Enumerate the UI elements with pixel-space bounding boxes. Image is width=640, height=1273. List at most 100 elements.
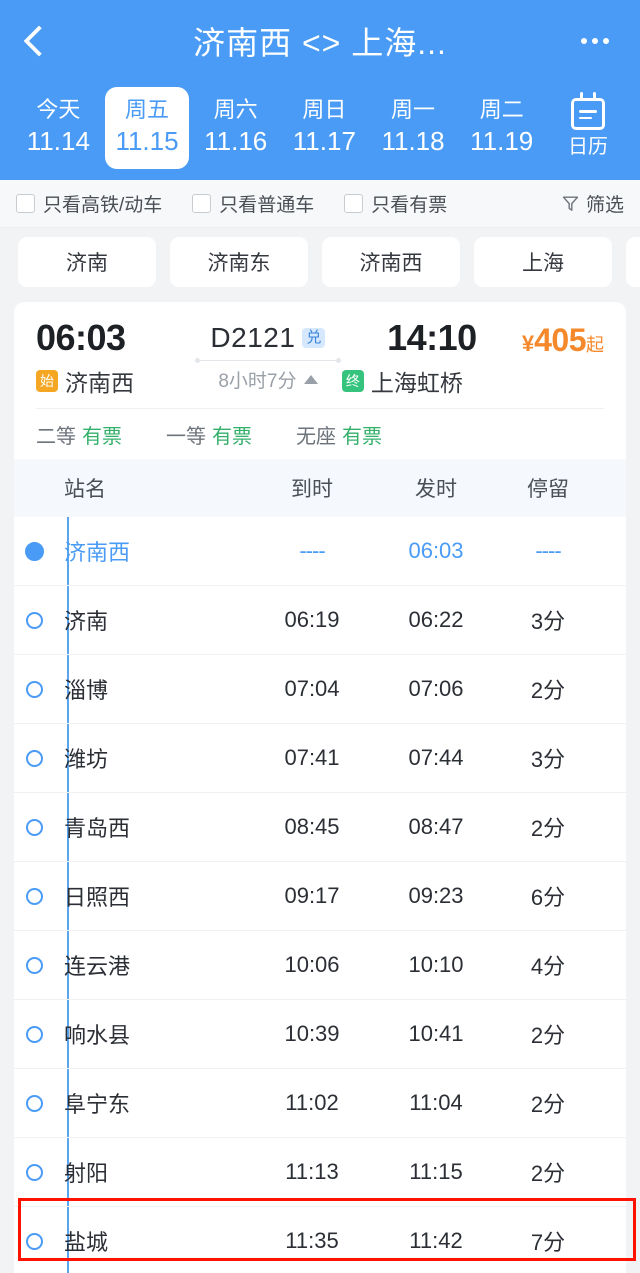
checkbox-normal-train-only[interactable]: 只看普通车: [192, 190, 314, 217]
row-stop-duration: 6分: [530, 885, 566, 910]
row-stop-duration: 3分: [530, 747, 566, 772]
date-item-4[interactable]: 周一 11.18: [371, 87, 456, 169]
train-middle-block: D2121 兑 8小时7分: [194, 316, 342, 393]
checkbox-high-speed-only[interactable]: 只看高铁/动车: [16, 190, 162, 217]
table-row[interactable]: 潍坊 07:41 07:44 3分: [14, 724, 626, 793]
seat-status: 有票: [212, 425, 252, 448]
date-item-1[interactable]: 周五 11.15: [104, 87, 190, 169]
terminus-badge-icon: 终: [341, 370, 364, 392]
more-horizontal-icon: [581, 38, 609, 44]
row-station-name: 潍坊: [64, 747, 109, 772]
train-summary-card[interactable]: 06:03 始 济南西 D2121 兑 8小时7分 14:10 终 上海虹桥 ¥…: [14, 302, 626, 459]
row-stop-duration: 2分: [530, 678, 566, 703]
table-row[interactable]: 济南西 ---- 06:03 ----: [14, 517, 626, 586]
filter-button[interactable]: 筛选: [562, 190, 624, 217]
table-row[interactable]: 响水县 10:39 10:41 2分: [14, 1000, 626, 1069]
table-row[interactable]: 阜宁东 11:02 11:04 2分: [14, 1069, 626, 1138]
row-depart-time: 11:04: [409, 1090, 463, 1115]
timetable-body: 济南西 ---- 06:03 ---- 济南 06:19 06:22 3分 淄博: [14, 517, 626, 1273]
row-station-cell: 日照西: [14, 880, 250, 912]
navigation-bar: 济南西 <> 上海...: [0, 0, 640, 82]
table-row[interactable]: 连云港 10:06 10:10 4分: [14, 931, 626, 1000]
row-arrive-time: 08:45: [284, 814, 340, 839]
more-options-button[interactable]: [572, 18, 618, 64]
row-depart-time: 07:44: [408, 745, 464, 770]
station-chip-row[interactable]: 济南 济南东 济南西 上海 上海虹桥: [0, 228, 640, 296]
column-header-stop: 停留: [527, 478, 569, 501]
row-depart-time: 08:47: [408, 814, 464, 839]
date-item-5[interactable]: 周二 11.19: [459, 87, 544, 169]
row-arrive-time: 11:13: [285, 1159, 339, 1184]
seat-name: 二等: [36, 425, 76, 448]
train-schedule-screen: 济南西 <> 上海... 今天 11.14 周五 11.15 周六 11.16: [0, 0, 640, 1273]
row-depart-time: 09:23: [408, 883, 464, 908]
row-depart-time: 07:06: [408, 676, 464, 701]
row-station-name: 盐城: [64, 1230, 109, 1255]
row-station-cell: 响水县: [14, 1018, 250, 1050]
station-dot-icon: [26, 1163, 43, 1181]
seat-first-class[interactable]: 一等 有票: [166, 420, 252, 449]
train-number-row: D2121 兑: [210, 322, 326, 354]
row-stop-duration: 3分: [530, 609, 566, 634]
arrival-station-line: 终 上海虹桥: [341, 364, 522, 398]
back-button[interactable]: [22, 18, 68, 64]
checkbox-box[interactable]: [16, 194, 35, 213]
row-arrive-time: 07:41: [284, 745, 340, 770]
date-weekday: 周一: [391, 97, 436, 122]
station-dot-icon: [26, 956, 43, 974]
row-station-name: 济南西: [64, 540, 131, 565]
departure-station-line: 始 济南西: [36, 364, 194, 398]
train-number: D2121: [210, 322, 296, 353]
checkbox-available-tickets-only[interactable]: 只看有票: [344, 190, 447, 217]
station-dot-icon: [26, 818, 43, 836]
date-weekday: 周六: [213, 97, 258, 122]
row-depart-time: 06:22: [408, 607, 464, 632]
station-chip-0[interactable]: 济南: [18, 237, 156, 287]
checkbox-box[interactable]: [192, 194, 212, 213]
row-station-name: 连云港: [64, 954, 131, 979]
table-row[interactable]: 日照西 09:17 09:23 6分: [14, 862, 626, 931]
station-chip-3[interactable]: 上海: [474, 237, 612, 287]
table-row[interactable]: 济南 06:19 06:22 3分: [14, 586, 626, 655]
station-dot-icon: [26, 1232, 43, 1250]
date-number: 11.16: [204, 126, 268, 156]
row-station-name: 青岛西: [64, 816, 131, 841]
row-station-name: 响水县: [64, 1023, 131, 1048]
calendar-button[interactable]: 日历: [546, 82, 630, 180]
table-row[interactable]: 青岛西 08:45 08:47 2分: [14, 793, 626, 862]
price-display[interactable]: ¥405起: [522, 316, 604, 359]
timetable-header: 站名 到时 发时 停留: [14, 459, 626, 517]
station-chip-2[interactable]: 济南西: [322, 237, 460, 287]
row-station-cell: 青岛西: [14, 811, 250, 843]
station-dot-icon: [26, 680, 43, 698]
table-row[interactable]: 盐城 11:35 11:42 7分: [14, 1207, 626, 1273]
row-depart-time: 11:15: [409, 1159, 463, 1184]
date-weekday: 周二: [479, 97, 524, 122]
station-dot-icon: [26, 1094, 43, 1112]
arrival-time: 14:10: [387, 317, 477, 358]
date-number: 11.15: [115, 126, 179, 156]
date-item-3[interactable]: 周日 11.17: [282, 87, 367, 169]
row-stop-duration: 2分: [530, 816, 566, 841]
checkbox-box[interactable]: [344, 194, 364, 213]
row-station-cell: 淄博: [14, 673, 250, 705]
checkbox-label: 只看高铁/动车: [43, 195, 163, 216]
station-chip-4[interactable]: 上海虹桥: [626, 237, 640, 287]
seat-second-class[interactable]: 二等 有票: [36, 420, 122, 449]
seat-standing[interactable]: 无座 有票: [296, 420, 382, 449]
price-suffix: 起: [586, 335, 604, 355]
station-chip-1[interactable]: 济南东: [170, 237, 308, 287]
duration-row[interactable]: 8小时7分: [218, 366, 318, 393]
date-weekday: 周日: [302, 97, 347, 122]
row-arrive-time: 10:06: [284, 952, 340, 977]
row-stop-duration: 4分: [530, 954, 566, 979]
table-row[interactable]: 淄博 07:04 07:06 2分: [14, 655, 626, 724]
date-item-0[interactable]: 今天 11.14: [16, 87, 101, 169]
row-station-name: 日照西: [64, 885, 131, 910]
filter-bar: 只看高铁/动车 只看普通车 只看有票 筛选: [0, 180, 640, 228]
table-row[interactable]: 射阳 11:13 11:15 2分: [14, 1138, 626, 1207]
chevron-left-icon: [23, 25, 55, 57]
seat-status: 有票: [82, 425, 122, 448]
date-item-2[interactable]: 周六 11.16: [193, 87, 278, 169]
row-arrive-time: 11:02: [285, 1090, 339, 1115]
